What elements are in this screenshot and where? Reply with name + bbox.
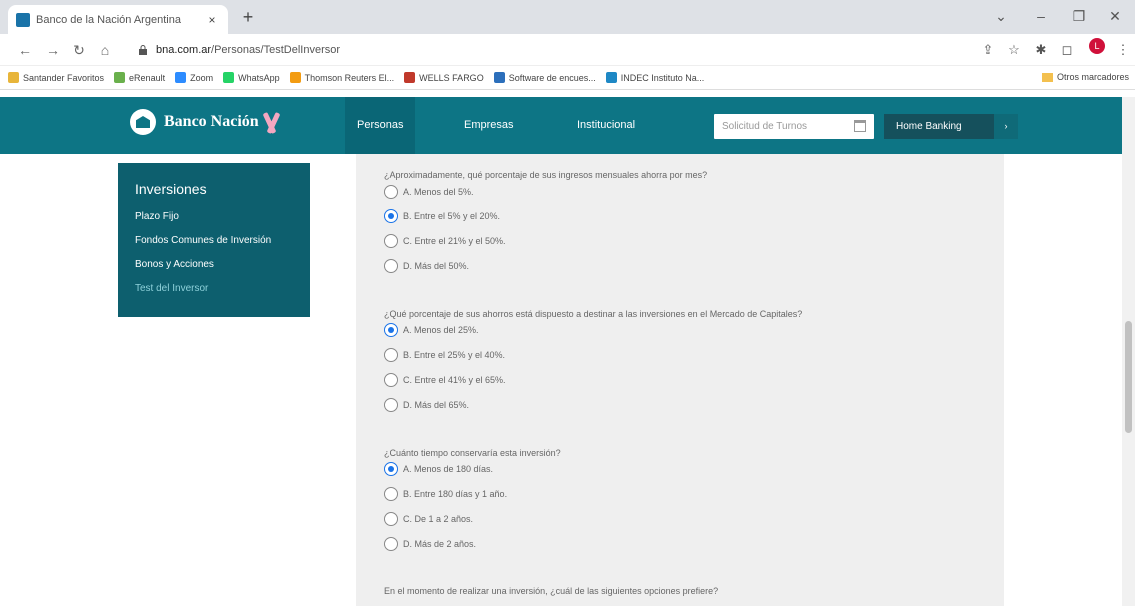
menu-icon[interactable]: ⋮ xyxy=(1112,39,1134,61)
tab-close-icon[interactable]: × xyxy=(204,13,220,27)
inversiones-sidebar: Inversiones Plazo Fijo Fondos Comunes de… xyxy=(118,163,310,317)
radio-button[interactable] xyxy=(384,537,398,551)
home-banking-button[interactable]: Home Banking › xyxy=(884,114,1018,139)
page-scrollbar[interactable] xyxy=(1122,97,1135,606)
bookmark-item[interactable]: Thomson Reuters El... xyxy=(289,72,394,83)
bank-favicon-icon xyxy=(16,12,30,27)
bookmark-favicon-icon xyxy=(114,72,126,83)
q2-option-d[interactable]: D. Más del 65%. xyxy=(384,398,469,412)
chevron-right-icon: › xyxy=(994,114,1018,139)
radio-button[interactable] xyxy=(384,512,398,526)
radio-button[interactable] xyxy=(384,234,398,248)
turnos-input[interactable]: Solicitud de Turnos xyxy=(714,114,874,139)
url-path: /Personas/TestDelInversor xyxy=(211,44,341,56)
q3-option-c[interactable]: C. De 1 a 2 años. xyxy=(384,512,473,526)
question-4: En el momento de realizar una inversión,… xyxy=(384,586,719,596)
radio-button[interactable] xyxy=(384,209,398,223)
q2-option-b[interactable]: B. Entre el 25% y el 40%. xyxy=(384,348,505,362)
profile-avatar[interactable]: L xyxy=(1089,38,1105,54)
bookmark-item[interactable]: Software de encues... xyxy=(493,72,596,83)
question-2: ¿Qué porcentaje de sus ahorros está disp… xyxy=(384,309,803,319)
radio-button[interactable] xyxy=(384,185,398,199)
pink-ribbon-icon xyxy=(263,110,279,134)
q1-option-d[interactable]: D. Más del 50%. xyxy=(384,259,469,273)
tab-search-icon[interactable]: ⌄ xyxy=(986,4,1016,28)
bookmark-item[interactable]: WhatsApp xyxy=(223,72,280,83)
side-panel-icon[interactable]: ◻ xyxy=(1056,39,1078,61)
question-3: ¿Cuánto tiempo conservaría esta inversió… xyxy=(384,448,561,458)
bookmark-star-icon[interactable]: ☆ xyxy=(1003,39,1025,61)
radio-button[interactable] xyxy=(384,323,398,337)
radio-button[interactable] xyxy=(384,348,398,362)
url-host: bna.com.ar xyxy=(156,44,212,56)
bookmark-favicon-icon xyxy=(605,72,617,83)
folder-icon xyxy=(1041,72,1053,82)
q1-option-b[interactable]: B. Entre el 5% y el 20%. xyxy=(384,209,500,223)
minimize-icon[interactable]: – xyxy=(1026,4,1056,28)
radio-button[interactable] xyxy=(384,398,398,412)
nav-personas[interactable]: Personas xyxy=(345,97,416,154)
extensions-icon[interactable]: ✱ xyxy=(1030,39,1052,61)
sidebar-item-fondos[interactable]: Fondos Comunes de Inversión xyxy=(135,235,310,246)
forward-icon[interactable]: → xyxy=(42,39,64,61)
q3-option-b[interactable]: B. Entre 180 días y 1 año. xyxy=(384,487,507,501)
scrollbar-thumb[interactable] xyxy=(1125,321,1132,433)
radio-button[interactable] xyxy=(384,487,398,501)
tab-title: Banco de la Nación Argentina xyxy=(36,13,181,26)
sidebar-title: Inversiones xyxy=(135,181,207,197)
radio-button[interactable] xyxy=(384,462,398,476)
q3-option-d[interactable]: D. Más de 2 años. xyxy=(384,537,476,551)
question-1: ¿Aproximadamente, qué porcentaje de sus … xyxy=(384,170,708,180)
bookmark-item[interactable]: INDEC Instituto Na... xyxy=(605,72,704,83)
q3-option-a[interactable]: A. Menos de 180 días. xyxy=(384,462,493,476)
bookmark-favicon-icon xyxy=(404,72,416,83)
bookmark-favicon-icon xyxy=(223,72,235,83)
bookmark-favicon-icon xyxy=(8,72,19,83)
bookmark-item[interactable]: Santander Favoritos xyxy=(8,72,104,83)
site-header: Banco Nación Personas Empresas Instituci… xyxy=(0,97,1135,154)
q1-option-a[interactable]: A. Menos del 5%. xyxy=(384,185,474,199)
q2-option-a[interactable]: A. Menos del 25%. xyxy=(384,323,479,337)
maximize-icon[interactable]: ❐ xyxy=(1064,4,1094,28)
nav-institucional[interactable]: Institucional xyxy=(565,97,647,154)
bookmark-item[interactable]: eRenault xyxy=(114,72,165,83)
home-icon[interactable]: ⌂ xyxy=(94,39,116,61)
new-tab-button[interactable]: + xyxy=(236,6,260,30)
other-bookmarks[interactable]: Otros marcadores xyxy=(1041,72,1129,82)
bookmark-favicon-icon xyxy=(289,72,301,83)
bookmark-favicon-icon xyxy=(493,72,505,83)
share-icon[interactable]: ⇪ xyxy=(977,39,999,61)
browser-tabstrip: Banco de la Nación Argentina × + ⌄ – ❐ ✕ xyxy=(0,0,1135,34)
q2-option-c[interactable]: C. Entre el 41% y el 65%. xyxy=(384,373,506,387)
bookmark-favicon-icon xyxy=(175,72,187,83)
brand-name: Banco Nación xyxy=(164,113,259,130)
brand-logo[interactable]: Banco Nación xyxy=(130,109,279,135)
bookmarks-bar: Santander Favoritos eRenault Zoom WhatsA… xyxy=(0,66,1135,90)
sidebar-item-test[interactable]: Test del Inversor xyxy=(135,283,310,294)
sidebar-item-plazo-fijo[interactable]: Plazo Fijo xyxy=(135,211,310,222)
lock-icon xyxy=(139,45,147,55)
reload-icon[interactable]: ↻ xyxy=(68,39,90,61)
back-icon[interactable]: ← xyxy=(14,39,36,61)
calendar-icon[interactable] xyxy=(854,120,866,132)
radio-button[interactable] xyxy=(384,259,398,273)
radio-button[interactable] xyxy=(384,373,398,387)
sidebar-item-bonos[interactable]: Bonos y Acciones xyxy=(135,259,310,270)
bank-building-icon xyxy=(130,109,156,135)
q1-option-c[interactable]: C. Entre el 21% y el 50%. xyxy=(384,234,506,248)
address-bar[interactable]: bna.com.ar /Personas/TestDelInversor xyxy=(138,38,968,62)
browser-tab[interactable]: Banco de la Nación Argentina × xyxy=(8,5,228,34)
bookmark-item[interactable]: Zoom xyxy=(175,72,213,83)
investor-test-panel: ¿Aproximadamente, qué porcentaje de sus … xyxy=(356,154,1004,606)
bookmark-item[interactable]: WELLS FARGO xyxy=(404,72,484,83)
close-window-icon[interactable]: ✕ xyxy=(1100,4,1130,28)
nav-empresas[interactable]: Empresas xyxy=(452,97,526,154)
browser-toolbar: ← → ↻ ⌂ bna.com.ar /Personas/TestDelInve… xyxy=(0,34,1135,66)
